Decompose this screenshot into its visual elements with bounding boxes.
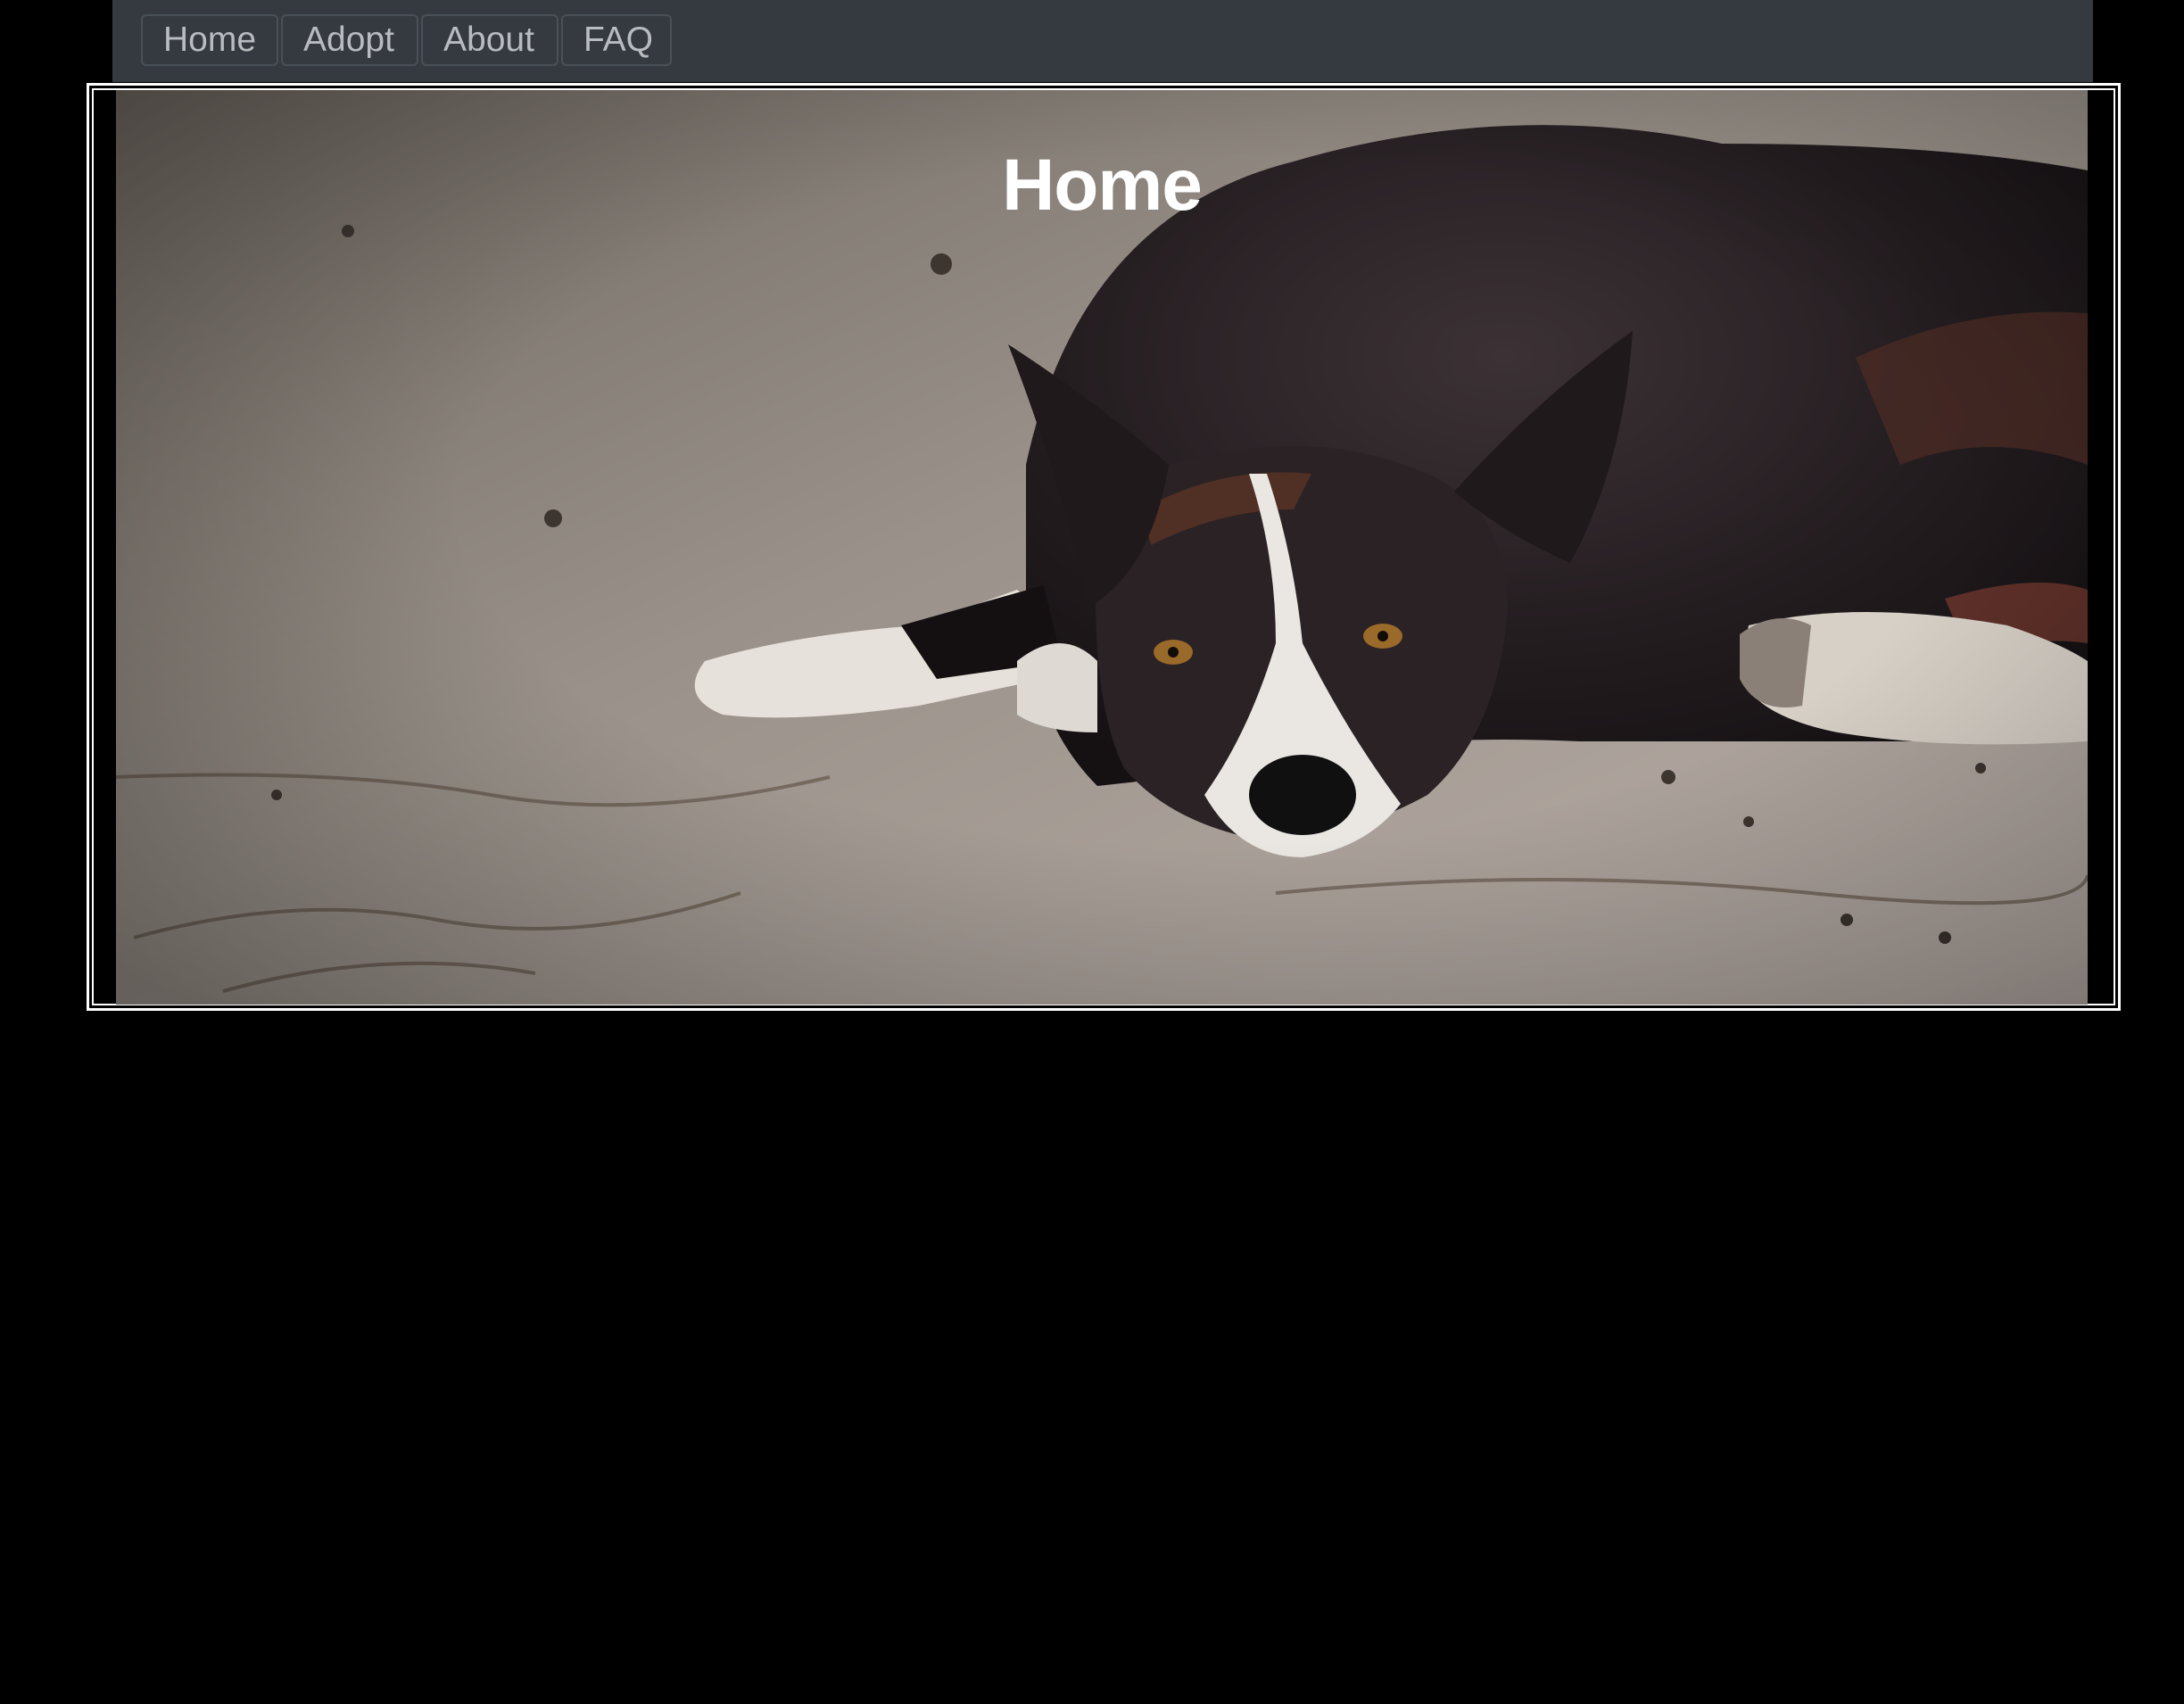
nav-about-button[interactable]: About	[421, 14, 558, 66]
nav-faq-button[interactable]: FAQ	[561, 14, 672, 66]
nav-list: Home Adopt About FAQ	[141, 14, 672, 66]
nav-adopt-button[interactable]: Adopt	[281, 14, 418, 66]
hero-banner: Home	[87, 83, 2121, 1011]
hero-dog-image: Home	[116, 90, 2088, 1005]
page-title: Home	[1002, 145, 1203, 226]
nav-home-button[interactable]: Home	[141, 14, 278, 66]
top-navbar: Home Adopt About FAQ	[112, 0, 2093, 82]
